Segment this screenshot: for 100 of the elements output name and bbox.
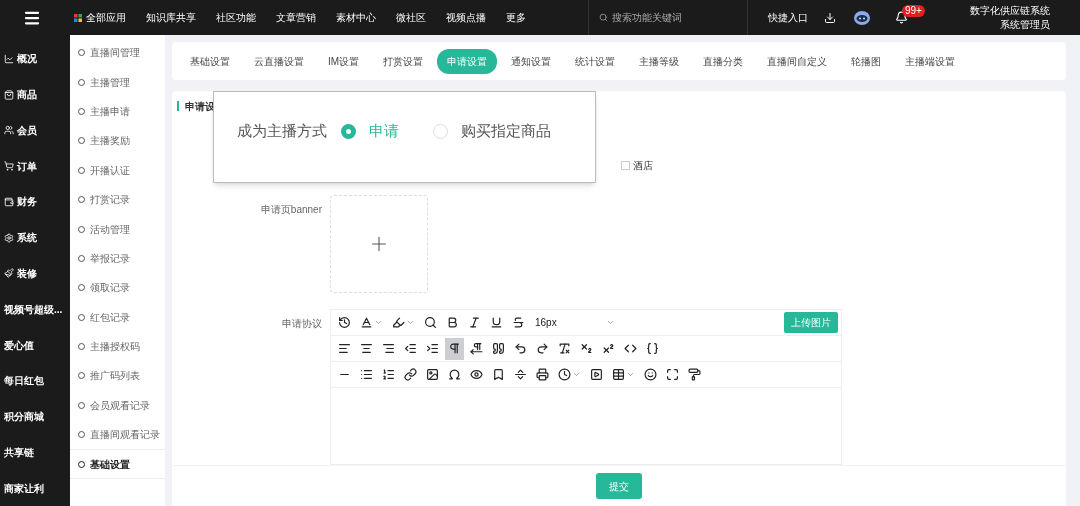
history-icon: [338, 316, 351, 329]
rich-text-editor[interactable]: 16px 上传图片: [330, 309, 842, 465]
tab[interactable]: 轮播图: [841, 48, 892, 74]
user-role: 系统管理员: [1000, 17, 1050, 32]
sidebar-item[interactable]: 会员: [17, 122, 37, 138]
smiley-icon: [644, 368, 657, 381]
sidebar-item[interactable]: 订单: [17, 158, 37, 174]
submenu-item[interactable]: 主播管理: [70, 67, 165, 97]
font-size-select[interactable]: 16px: [535, 315, 615, 330]
nav-link[interactable]: 文章营销: [276, 10, 316, 25]
submenu-item[interactable]: 主播奖励: [70, 126, 165, 156]
submenu-item[interactable]: 直播间管理: [70, 38, 165, 68]
clock-icon: [558, 368, 571, 381]
download-icon[interactable]: [824, 11, 836, 24]
sidebar-item[interactable]: 财务: [17, 194, 37, 210]
chart-icon: [4, 53, 14, 64]
tab[interactable]: 云直播设置: [244, 48, 314, 74]
sidebar-item[interactable]: 装修: [17, 265, 37, 281]
brush-icon: [4, 268, 14, 279]
popup-label: 成为主播方式: [237, 120, 327, 141]
radio-label: 购买指定商品: [461, 120, 551, 141]
caret-icon: [406, 318, 415, 327]
braces-icon: [646, 342, 659, 355]
link-icon: [404, 368, 417, 381]
eye-icon: [470, 368, 483, 381]
align-center-icon: [360, 342, 373, 355]
sidebar-item[interactable]: 每日红包: [4, 373, 44, 389]
align-left-icon: [338, 342, 351, 355]
nav-link[interactable]: 视频点播: [446, 10, 486, 25]
cart-icon: [4, 161, 14, 172]
system-name: 数字化供应链系统: [970, 3, 1050, 18]
submenu-item[interactable]: 基础设置: [70, 449, 165, 479]
pilcrow-tool-button[interactable]: [445, 337, 464, 360]
subscript-icon: [580, 342, 593, 355]
submenu-item[interactable]: 会员观看记录: [70, 390, 165, 421]
submenu-item[interactable]: 开播认证: [70, 155, 165, 185]
tab[interactable]: IM设置: [318, 48, 370, 74]
tab[interactable]: 通知设置: [501, 48, 562, 74]
undo-icon: [514, 342, 527, 355]
code-icon: [624, 342, 637, 355]
play-icon: [590, 368, 603, 381]
nav-link[interactable]: 更多: [506, 10, 526, 25]
caret-icon: [606, 318, 615, 327]
pilcrow-icon: [448, 342, 461, 355]
nav-link[interactable]: 全部应用: [86, 10, 126, 25]
sidebar-item[interactable]: 系统: [17, 230, 37, 246]
font-size-value: 16px: [535, 316, 557, 330]
search-field[interactable]: 搜索功能关键词: [612, 10, 737, 25]
table-icon: [612, 368, 625, 381]
tab[interactable]: 基础设置: [180, 48, 240, 74]
submenu-item[interactable]: 活动管理: [70, 214, 165, 244]
caret-icon: [374, 318, 383, 327]
outdent-icon: [404, 342, 417, 355]
checkbox[interactable]: [621, 161, 630, 170]
sidebar-item[interactable]: 商品: [17, 87, 37, 103]
omega-icon: [448, 368, 461, 381]
submenu-item[interactable]: 打赏记录: [70, 184, 165, 215]
robot-avatar-icon[interactable]: [854, 10, 870, 25]
wallet-icon: [4, 196, 14, 207]
sidebar-item[interactable]: 视频号超级...: [4, 301, 63, 317]
caret-icon: [626, 370, 635, 379]
superscript-icon: [602, 342, 615, 355]
radio-label: 申请: [369, 120, 399, 141]
submenu-item[interactable]: 主播申请: [70, 96, 165, 127]
submenu-item[interactable]: 直播间观看记录: [70, 420, 165, 450]
align-right-icon: [382, 342, 395, 355]
radio-button[interactable]: [341, 123, 356, 139]
bullet-list-icon: [360, 368, 373, 381]
nav-link[interactable]: 社区功能: [216, 10, 256, 25]
search-icon: [424, 316, 437, 329]
quick-entry-link[interactable]: 快捷入口: [768, 10, 808, 25]
bookmark-icon: [492, 368, 505, 381]
italic-icon: [468, 316, 481, 329]
highlighter-icon: [392, 316, 405, 329]
submenu-item[interactable]: 举报记录: [70, 243, 165, 274]
tab[interactable]: 主播等级: [629, 48, 690, 74]
numbered-list-icon: [382, 368, 395, 381]
tab[interactable]: 主播端设置: [895, 48, 966, 74]
image-icon: [426, 368, 439, 381]
nav-link[interactable]: 知识库共享: [146, 10, 196, 25]
sidebar-item[interactable]: 共享链: [4, 444, 34, 460]
caret-icon: [572, 370, 581, 379]
nav-link[interactable]: 微社区: [396, 10, 426, 25]
sidebar-item[interactable]: 概况: [17, 51, 37, 67]
submenu-item[interactable]: 主播授权码: [70, 331, 165, 362]
tab[interactable]: 打赏设置: [373, 48, 434, 74]
pilcrow-left-icon: [470, 342, 483, 355]
tab[interactable]: 直播分类: [693, 48, 754, 74]
sidebar-item[interactable]: 积分商城: [4, 409, 44, 425]
submenu-item[interactable]: 领取记录: [70, 273, 165, 303]
page-break-icon: [514, 368, 527, 381]
quote-icon: [492, 342, 505, 355]
nav-link[interactable]: 素材中心: [336, 10, 376, 25]
submenu-item[interactable]: 推广码列表: [70, 361, 165, 391]
sidebar-item[interactable]: 爱心值: [4, 337, 34, 353]
tab[interactable]: 统计设置: [565, 48, 626, 74]
field-label: 申请协议: [281, 317, 323, 331]
submenu-item[interactable]: 红包记录: [70, 302, 165, 332]
sidebar-item[interactable]: 商家让利: [4, 480, 44, 496]
tab[interactable]: 直播间自定义: [757, 48, 838, 74]
